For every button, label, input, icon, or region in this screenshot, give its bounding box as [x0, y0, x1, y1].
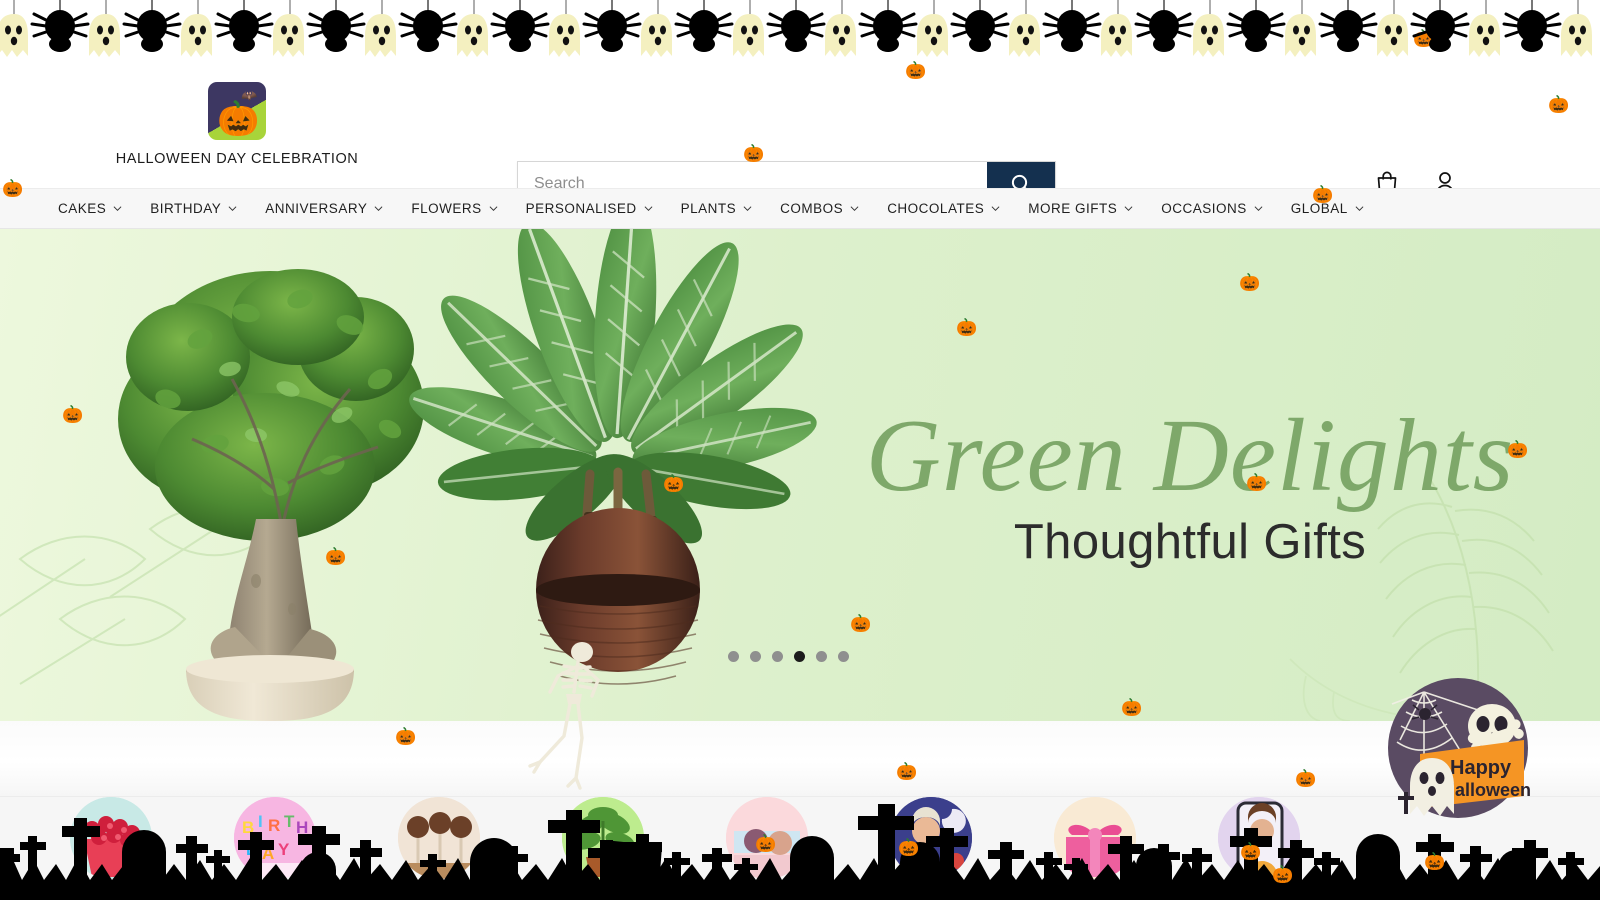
nav-label: BIRTHDAY — [150, 201, 221, 216]
nav-label: GLOBAL — [1291, 201, 1348, 216]
nav-label: COMBOS — [780, 201, 843, 216]
chevron-down-icon — [850, 204, 859, 213]
aglaonema-plant-image — [390, 229, 840, 721]
nav-label: PERSONALISED — [526, 201, 637, 216]
svg-text:T: T — [284, 812, 295, 831]
nav-label: CAKES — [58, 201, 106, 216]
main-navigation: CAKES BIRTHDAY ANNIVERSARY FLOWERS PERSO… — [0, 188, 1600, 229]
chevron-down-icon — [644, 204, 653, 213]
chevron-down-icon — [991, 204, 1000, 213]
cakepops-image — [398, 797, 480, 879]
roses-image — [70, 797, 152, 879]
svg-text:R: R — [268, 816, 280, 835]
svg-text:Y: Y — [278, 840, 290, 859]
page-root: 🎃 🦇 🎃 HALLOWEEN DAY CELEBRATION — [0, 0, 1600, 900]
svg-text:D: D — [246, 840, 258, 859]
chevron-down-icon — [374, 204, 383, 213]
chevron-down-icon — [489, 204, 498, 213]
content-strip — [0, 721, 1600, 797]
nav-item-anniversary[interactable]: ANNIVERSARY — [251, 189, 397, 228]
nav-item-plants[interactable]: PLANTS — [667, 189, 767, 228]
carousel-dot-3[interactable] — [772, 651, 783, 662]
chevron-down-icon — [1355, 204, 1364, 213]
category-plants[interactable] — [562, 797, 644, 879]
nav-item-more-gifts[interactable]: MORE GIFTS — [1014, 189, 1147, 228]
hero-subtitle: Thoughtful Gifts — [855, 514, 1525, 570]
nav-item-flowers[interactable]: FLOWERS — [397, 189, 511, 228]
svg-text:B: B — [242, 818, 254, 837]
chevron-down-icon — [1254, 204, 1263, 213]
carousel-dot-1[interactable] — [728, 651, 739, 662]
carousel-dot-5[interactable] — [816, 651, 827, 662]
nav-label: MORE GIFTS — [1028, 201, 1117, 216]
floating-pumpkin-icon: 🎃 — [1413, 30, 1434, 47]
category-roses[interactable] — [70, 797, 152, 879]
nav-item-cakes[interactable]: CAKES — [44, 189, 136, 228]
chevron-down-icon — [228, 204, 237, 213]
halloween-garland — [0, 0, 1600, 62]
nav-item-occasions[interactable]: OCCASIONS — [1147, 189, 1277, 228]
chevron-down-icon — [113, 204, 122, 213]
nav-item-personalised[interactable]: PERSONALISED — [512, 189, 667, 228]
plants-image — [562, 797, 644, 879]
badge-text-line2: Halloween — [1442, 780, 1531, 800]
birthday-image: BI RT H DA Y — [234, 797, 316, 879]
category-couple[interactable] — [726, 797, 808, 879]
nav-label: ANNIVERSARY — [265, 201, 367, 216]
site-header: 🦇 🎃 HALLOWEEN DAY CELEBRATION — [0, 62, 1600, 188]
pumpkin-icon: 🦇 🎃 — [208, 82, 266, 140]
nav-label: CHOCOLATES — [887, 201, 984, 216]
svg-text:I: I — [258, 812, 263, 831]
category-list: BI RT H DA Y — [70, 797, 1300, 879]
carousel-dot-4-active[interactable] — [794, 651, 805, 662]
svg-text:A: A — [262, 844, 274, 863]
category-cakepops[interactable] — [398, 797, 480, 879]
nav-label: FLOWERS — [411, 201, 481, 216]
category-person[interactable] — [890, 797, 972, 879]
nav-list: CAKES BIRTHDAY ANNIVERSARY FLOWERS PERSO… — [0, 189, 1600, 228]
chevron-down-icon — [743, 204, 752, 213]
category-birthday[interactable]: BI RT H DA Y — [234, 797, 316, 879]
brand-logo-link[interactable]: 🦇 🎃 HALLOWEEN DAY CELEBRATION — [112, 82, 362, 167]
hero-title: Green Delights — [855, 404, 1525, 508]
nav-label: PLANTS — [681, 201, 737, 216]
svg-text:H: H — [296, 818, 308, 837]
carousel-dot-6[interactable] — [838, 651, 849, 662]
category-giftbox[interactable] — [1054, 797, 1136, 879]
giftbox-image — [1054, 797, 1136, 879]
badge-text-line1: Happy — [1450, 757, 1512, 779]
carousel-dot-2[interactable] — [750, 651, 761, 662]
brand-name: HALLOWEEN DAY CELEBRATION — [116, 151, 359, 167]
video-image — [1218, 797, 1300, 879]
chevron-down-icon — [1124, 204, 1133, 213]
nav-item-combos[interactable]: COMBOS — [766, 189, 873, 228]
carousel-dots — [728, 651, 849, 662]
happy-halloween-badge[interactable]: Happy Halloween — [1384, 674, 1532, 822]
hero-banner[interactable]: Green Delights Thoughtful Gifts — [0, 229, 1600, 721]
nav-item-chocolates[interactable]: CHOCOLATES — [873, 189, 1014, 228]
category-circles-row: BI RT H DA Y — [0, 797, 1600, 900]
nav-item-birthday[interactable]: BIRTHDAY — [136, 189, 251, 228]
category-video[interactable] — [1218, 797, 1300, 879]
person-image — [890, 797, 972, 879]
pumpkin-glyph-icon: 🎃 — [217, 102, 259, 136]
hero-text-block: Green Delights Thoughtful Gifts — [855, 404, 1525, 570]
nav-item-global[interactable]: GLOBAL — [1277, 189, 1378, 228]
nav-label: OCCASIONS — [1161, 201, 1247, 216]
couple-image — [726, 797, 808, 879]
